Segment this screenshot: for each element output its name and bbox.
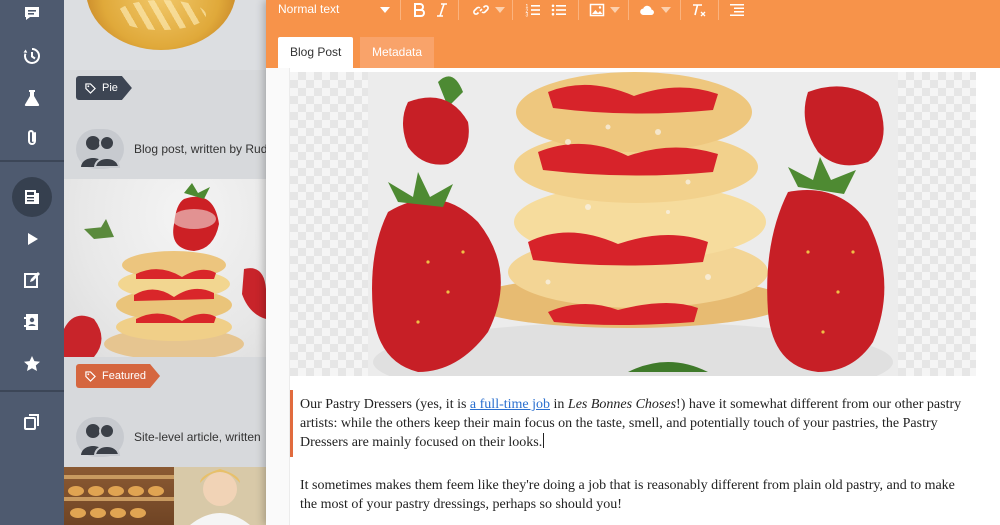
list-item-title: Site-level article, written	[134, 430, 261, 444]
bakery-thumbnail[interactable]	[64, 467, 266, 525]
inline-link[interactable]: a full-time job	[470, 397, 550, 412]
indent-icon[interactable]	[728, 0, 746, 20]
tab-blog-post[interactable]: Blog Post	[278, 37, 354, 68]
left-nav-rail	[0, 0, 64, 525]
avatar	[76, 417, 124, 457]
editor-content[interactable]: Our Pastry Dressers (yes, it is a full-t…	[266, 68, 1000, 525]
svg-text:3: 3	[526, 13, 529, 19]
italic-icon[interactable]	[434, 0, 450, 20]
paragraph-text: Our Pastry Dressers (yes, it is	[300, 397, 470, 412]
avatar	[76, 129, 124, 169]
bulleted-list-icon[interactable]	[550, 0, 568, 20]
tab-metadata[interactable]: Metadata	[360, 37, 435, 68]
play-icon[interactable]	[12, 219, 52, 259]
paperclip-icon[interactable]	[12, 118, 52, 158]
list-item[interactable]: Blog post, written by Rud	[64, 121, 266, 177]
paragraph[interactable]: Our Pastry Dressers (yes, it is a full-t…	[290, 390, 990, 457]
toolbar-separator	[512, 0, 513, 20]
comment-icon[interactable]	[12, 0, 52, 34]
strawberry-pastry-thumbnail[interactable]	[64, 179, 266, 357]
chevron-down-icon[interactable]	[610, 7, 620, 13]
tag-icon	[85, 83, 96, 94]
paragraph-text: It sometimes makes them feem like they'r…	[300, 478, 955, 512]
list-item-title: Blog post, written by Rud	[134, 142, 266, 156]
toolbar-separator	[400, 0, 401, 20]
image-block[interactable]	[290, 72, 976, 376]
article-icon[interactable]	[12, 177, 52, 217]
chevron-down-icon[interactable]	[495, 7, 505, 13]
cloud-icon[interactable]	[638, 0, 656, 20]
tag-icon	[85, 371, 96, 382]
emphasis-text: Les Bonnes Choses	[567, 397, 677, 412]
image-icon[interactable]	[588, 0, 606, 20]
flask-icon[interactable]	[12, 78, 52, 118]
toolbar-separator	[718, 0, 719, 20]
toolbar-separator	[680, 0, 681, 20]
format-dropdown[interactable]: Normal text	[278, 2, 339, 16]
rail-divider	[0, 160, 64, 162]
tag-label: Pie	[102, 82, 118, 94]
article-body[interactable]: Our Pastry Dressers (yes, it is a full-t…	[290, 390, 990, 525]
chevron-down-icon[interactable]	[661, 7, 671, 13]
editor-toolbar: Normal text 123 Blog Post Metadata	[266, 0, 1000, 68]
copy-icon[interactable]	[12, 402, 52, 442]
star-icon[interactable]	[12, 344, 52, 384]
content-list: Pie Blog post, written by Rud Featured S…	[64, 0, 266, 525]
text-cursor	[543, 433, 545, 448]
contacts-icon[interactable]	[12, 302, 52, 342]
list-item[interactable]: Site-level article, written	[64, 409, 266, 465]
history-icon[interactable]	[12, 36, 52, 76]
article-editor: Normal text 123 Blog Post Metadata Our P…	[266, 0, 1000, 525]
tag-label: Featured	[102, 370, 147, 382]
toolbar-separator	[628, 0, 629, 20]
clear-format-icon[interactable]	[690, 0, 708, 20]
hero-image[interactable]	[368, 72, 898, 376]
rail-divider	[0, 390, 64, 392]
ordered-list-icon[interactable]: 123	[524, 0, 542, 20]
tag-featured[interactable]: Featured	[76, 364, 160, 388]
paragraph-text: in	[550, 397, 568, 412]
link-icon[interactable]	[472, 0, 490, 20]
toolbar-separator	[578, 0, 579, 20]
bold-icon[interactable]	[410, 0, 428, 20]
pie-thumbnail[interactable]	[64, 0, 266, 70]
chevron-down-icon[interactable]	[380, 7, 390, 13]
gutter	[266, 68, 290, 525]
tag-pie[interactable]: Pie	[76, 76, 132, 100]
paragraph[interactable]: It sometimes makes them feem like they'r…	[290, 471, 990, 519]
toolbar-separator	[458, 0, 459, 20]
edit-icon[interactable]	[12, 260, 52, 300]
